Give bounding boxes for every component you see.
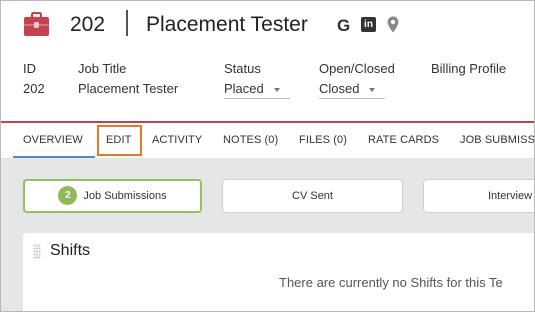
open-closed-select-underline [319,98,385,99]
open-closed-select-value: Closed [319,81,360,96]
shifts-empty-message: There are currently no Shifts for this T… [279,275,503,290]
record-header: 202 Placement Tester G in ID 202 Job Tit… [1,1,534,121]
tab-job-submissions[interactable]: JOB SUBMISSIONS [460,134,534,146]
briefcase-icon [24,12,49,36]
map-pin-icon[interactable] [387,16,399,33]
field-value-job-title: Placement Tester [78,81,179,96]
status-select[interactable]: Placed [224,81,280,96]
status-select-value: Placed [224,81,264,96]
page-title: Placement Tester [146,13,308,36]
tab-activity[interactable]: ACTIVITY [152,134,202,146]
field-value-id: 202 [23,81,45,96]
field-label-job-title: Job Title [78,61,127,76]
title-divider [126,10,128,36]
tab-bar: OVERVIEW EDIT ACTIVITY NOTES (0) FILES (… [1,121,534,159]
pipeline-step-label: Interview [488,190,533,202]
open-closed-select[interactable]: Closed [319,81,376,96]
chevron-down-icon [369,87,376,92]
pipeline-step-label: CV Sent [292,190,333,202]
tab-edit[interactable]: EDIT [106,134,131,146]
field-label-billing-profile: Billing Profile [431,61,507,76]
record-id: 202 [70,13,106,36]
google-icon[interactable]: G [337,16,350,36]
drag-handle-icon[interactable] [33,244,41,260]
field-label-id: ID [23,61,36,76]
field-label-open-closed: Open/Closed [319,61,395,76]
tab-notes[interactable]: NOTES (0) [223,134,278,146]
shifts-card: Shifts There are currently no Shifts for… [23,233,534,311]
status-select-underline [224,98,290,99]
tab-files[interactable]: FILES (0) [299,134,347,146]
overview-content: 2 Job Submissions CV Sent Interview Shift… [1,158,534,311]
pipeline-step-interview[interactable]: Interview [423,179,534,213]
pipeline-step-job-submissions[interactable]: 2 Job Submissions [23,179,202,213]
field-label-status: Status [224,61,261,76]
linkedin-icon[interactable]: in [361,17,376,32]
pipeline-step-label: Job Submissions [83,190,167,202]
tab-overview[interactable]: OVERVIEW [23,134,83,146]
shifts-title: Shifts [50,242,91,259]
chevron-down-icon [273,87,280,92]
pipeline-step-cv-sent[interactable]: CV Sent [222,179,403,213]
app-frame: 202 Placement Tester G in ID 202 Job Tit… [0,0,535,312]
submission-count-badge: 2 [58,185,78,205]
tab-rate-cards[interactable]: RATE CARDS [368,134,439,146]
